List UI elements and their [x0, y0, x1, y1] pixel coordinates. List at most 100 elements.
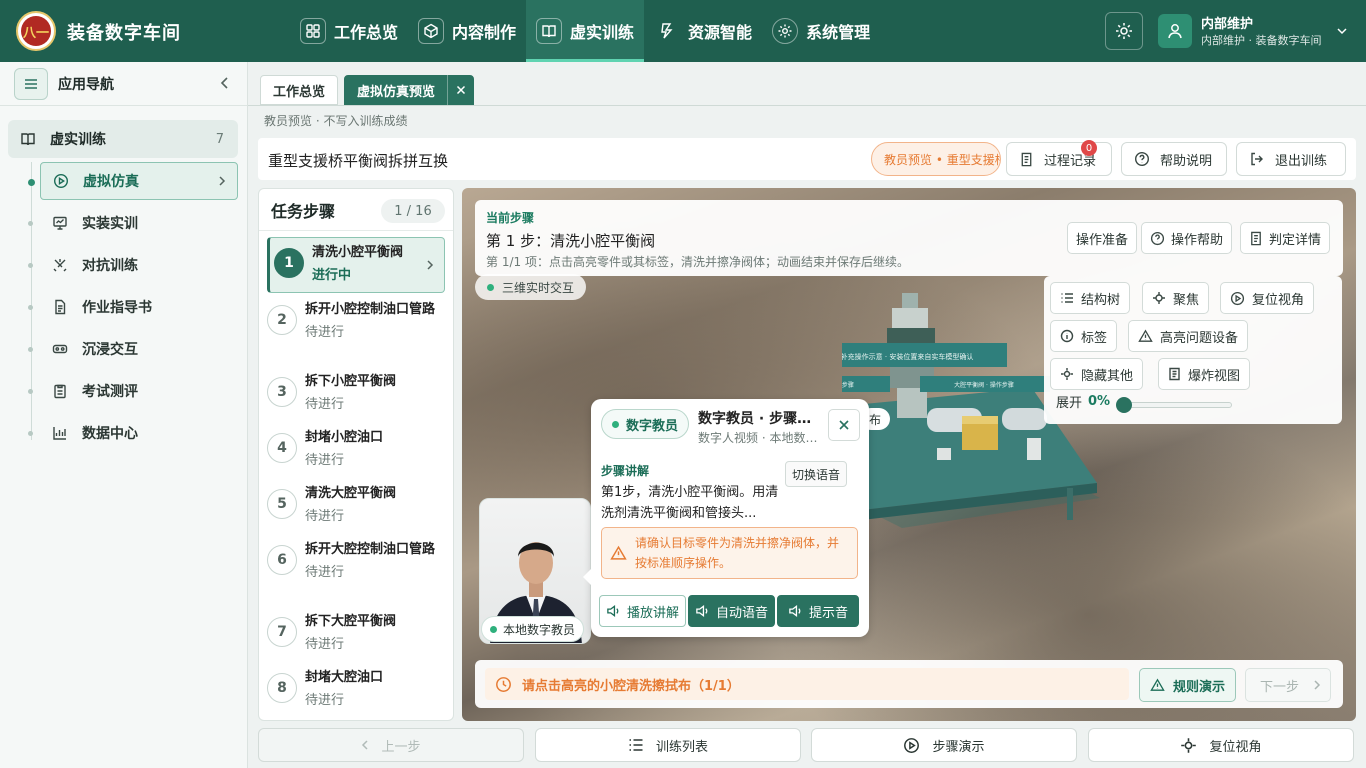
- labels-button[interactable]: 标签: [1050, 320, 1118, 352]
- play-circle-icon: [1230, 291, 1245, 306]
- warning-icon: [610, 545, 627, 561]
- gear-icon: [772, 18, 799, 44]
- tab-overview[interactable]: 工作总览: [260, 75, 339, 105]
- play-explanation-button[interactable]: 播放讲解: [599, 595, 687, 627]
- document-icon: [1019, 152, 1034, 167]
- step-item[interactable]: 7 拆下大腔平衡阀 待进行: [267, 613, 445, 652]
- 3d-viewport[interactable]: 补充操作示意 · 安装位置来自实车模型确认 小腔平衡阀 · 操作步骤 大腔平衡阀…: [462, 188, 1356, 721]
- sidebar-group-training[interactable]: 虚实训练 7: [8, 120, 238, 158]
- sidebar-item-guidebook[interactable]: 作业指导书: [28, 288, 238, 326]
- nav-item-system[interactable]: 系统管理: [762, 0, 880, 62]
- sidebar-tree-line: [31, 162, 32, 440]
- nav-item-training[interactable]: 虚实训练: [526, 0, 645, 62]
- prev-step-button[interactable]: 上一步: [258, 728, 524, 762]
- status-dot: [612, 420, 619, 428]
- bottom-toolbar: 上一步 训练列表 步骤演示 复位视角: [248, 726, 1366, 768]
- btn-label: 步骤演示: [932, 739, 985, 755]
- sidebar-item-immersive[interactable]: 沉浸交互: [28, 330, 238, 368]
- close-tab-icon[interactable]: [447, 75, 473, 105]
- process-record-button[interactable]: 过程记录 0: [1006, 140, 1112, 176]
- step-number: 2: [267, 305, 297, 335]
- step-number: 3: [267, 377, 297, 407]
- explode-view-button[interactable]: 爆炸视图: [1158, 358, 1251, 390]
- steps-counter: 1 / 16: [381, 199, 445, 223]
- teacher-title: 数字教员 · 步骤讲解: [698, 411, 820, 427]
- user-subtitle: 内部维护 · 装备数字车间: [1201, 34, 1322, 47]
- exit-training-button[interactable]: 退出训练: [1236, 142, 1346, 176]
- scene-right-label: 大腔平衡阀 · 操作步骤: [954, 381, 1014, 389]
- focus-button[interactable]: 聚焦: [1142, 282, 1210, 314]
- question-circle-icon: [1134, 151, 1150, 167]
- tab-label: 虚拟仿真预览: [357, 84, 436, 100]
- step-item[interactable]: 8 封堵大腔油口 待进行: [267, 669, 445, 708]
- step-status: 待进行: [305, 397, 345, 412]
- step-item[interactable]: 3 拆下小腔平衡阀 待进行: [267, 373, 445, 412]
- sidebar-item-combat[interactable]: 对抗训练: [28, 246, 238, 284]
- scene-banner: 补充操作示意 · 安装位置来自实车模型确认: [842, 352, 973, 361]
- structure-tree-button[interactable]: 结构树: [1050, 282, 1131, 314]
- sidebar-item-data-center[interactable]: 数据中心: [28, 414, 238, 452]
- task-steps-panel: 任务步骤 1 / 16 1 清洗小腔平衡阀 进行中 2 拆开小腔控制油口管路 待进…: [258, 188, 454, 721]
- step-item[interactable]: 5 清洗大腔平衡阀 待进行: [267, 485, 445, 524]
- document-icon: [1168, 367, 1181, 381]
- nav-item-overview[interactable]: 工作总览: [290, 0, 408, 62]
- step-demo-button[interactable]: 步骤演示: [811, 728, 1077, 762]
- expand-slider[interactable]: [1116, 397, 1232, 413]
- tree-dot: [28, 431, 33, 436]
- tab-label: 工作总览: [273, 84, 326, 100]
- close-teacher-button[interactable]: [828, 409, 860, 441]
- nav-label: 工作总览: [334, 23, 399, 42]
- sidebar-item-real-equip[interactable]: 实装实训: [28, 204, 238, 242]
- btn-label: 结构树: [1081, 292, 1121, 308]
- teacher-badge: 数字教员: [601, 409, 690, 439]
- sidebar-item-label: 数据中心: [82, 426, 138, 442]
- step-item[interactable]: 4 封堵小腔油口 待进行: [267, 429, 445, 468]
- step-item[interactable]: 6 拆开大腔控制油口管路 待进行: [267, 541, 445, 580]
- btn-label: 标签: [1081, 330, 1108, 346]
- nav-item-resources[interactable]: 资源智能: [644, 0, 762, 62]
- step-number: 7: [267, 617, 297, 647]
- list-icon: [628, 738, 644, 752]
- slider-knob[interactable]: [1116, 397, 1132, 413]
- live-interaction-pill: 三维实时交互: [475, 274, 587, 300]
- hide-others-button[interactable]: 隐藏其他: [1050, 358, 1144, 390]
- step-status: 待进行: [305, 637, 345, 652]
- switch-voice-button[interactable]: 切换语音: [785, 461, 848, 487]
- step-name: 清洗大腔平衡阀: [305, 486, 397, 501]
- judge-detail-button[interactable]: 判定详情: [1240, 222, 1331, 254]
- sidebar-item-virtual-sim[interactable]: 虚拟仿真: [28, 162, 238, 200]
- tab-divider: [248, 105, 1366, 106]
- operation-prep-button[interactable]: 操作准备: [1067, 222, 1138, 254]
- next-step-button[interactable]: 下一步: [1245, 668, 1331, 702]
- warning-icon: [1150, 678, 1165, 692]
- speaker-icon: [606, 604, 621, 618]
- reset-view-button[interactable]: 复位视角: [1220, 282, 1315, 314]
- rule-demo-button[interactable]: 规则演示: [1139, 668, 1237, 702]
- sidebar-title: 应用导航: [58, 76, 114, 93]
- user-menu[interactable]: 内部维护 内部维护 · 装备数字车间: [1158, 13, 1348, 48]
- collapse-sidebar-icon[interactable]: [219, 76, 231, 90]
- steps-title: 任务步骤: [271, 201, 336, 221]
- sidebar-item-exam[interactable]: 考试测评: [28, 372, 238, 410]
- step-name: 封堵大腔油口: [305, 670, 384, 685]
- nav-item-content[interactable]: 内容制作: [408, 0, 526, 62]
- prompt-tone-button[interactable]: 提示音: [777, 595, 860, 627]
- btn-label: 操作帮助: [1171, 232, 1224, 248]
- menu-toggle-button[interactable]: [14, 67, 48, 100]
- teacher-warning: 请确认目标零件为清洗并擦净阀体，并按标准顺序操作。: [601, 527, 858, 579]
- step-item[interactable]: 2 拆开小腔控制油口管路 待进行: [267, 301, 445, 340]
- speaker-icon: [788, 604, 803, 618]
- expand-value: 0%: [1088, 394, 1111, 409]
- training-list-button[interactable]: 训练列表: [535, 728, 801, 762]
- highlight-issue-button[interactable]: 高亮问题设备: [1128, 320, 1249, 352]
- help-button[interactable]: 帮助说明: [1121, 142, 1227, 176]
- bottom-reset-view-button[interactable]: 复位视角: [1088, 728, 1354, 762]
- step-item[interactable]: 1 清洗小腔平衡阀 进行中: [267, 237, 445, 293]
- teacher-badge-label: 数字教员: [626, 418, 679, 434]
- auto-voice-button[interactable]: 自动语音: [688, 595, 776, 627]
- operation-help-button[interactable]: 操作帮助: [1141, 222, 1233, 254]
- settings-button[interactable]: [1105, 12, 1143, 50]
- tab-virtual-preview[interactable]: 虚拟仿真预览: [344, 75, 475, 105]
- chevron-down-icon: [1336, 25, 1348, 37]
- target-icon: [1060, 367, 1074, 381]
